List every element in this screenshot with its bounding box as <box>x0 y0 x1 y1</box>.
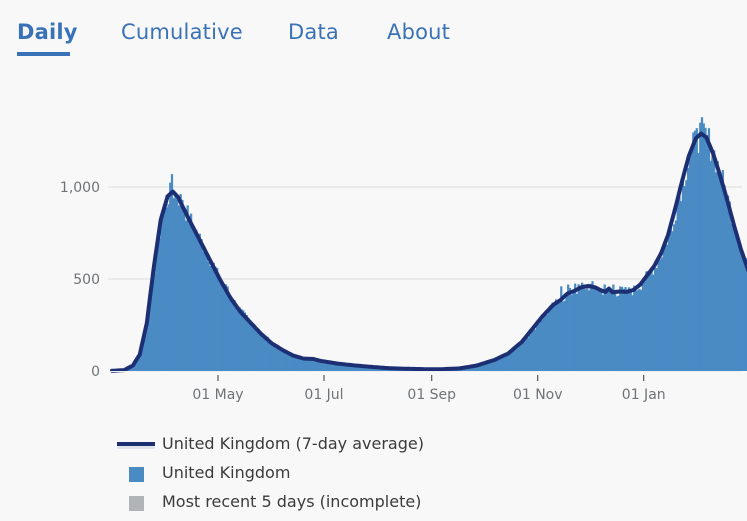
x-tick-label: 01 Nov <box>513 387 563 403</box>
y-axis-ticks: 0 500 1,000 <box>60 180 100 380</box>
x-tick-label: 01 Sep <box>407 387 456 403</box>
x-tick-label: 01 Jan <box>622 387 666 403</box>
daily-chart: 0 500 1,000 01 May 01 Jul 01 Sep 01 Nov 01 Jan <box>60 117 747 403</box>
legend-label: United Kingdom <box>162 463 291 482</box>
x-tick-label: 01 May <box>192 387 243 403</box>
legend-label: Most recent 5 days (incomplete) <box>162 492 422 511</box>
bars-layer <box>111 117 747 372</box>
y-tick-label: 0 <box>91 364 100 380</box>
y-tick-label: 500 <box>73 272 100 288</box>
legend-line-swatch <box>117 442 155 446</box>
legend-label: United Kingdom (7-day average) <box>162 434 424 453</box>
legend-square-swatch-grey <box>129 496 144 511</box>
y-tick-label: 1,000 <box>60 180 100 196</box>
x-axis-ticks: 01 May 01 Jul 01 Sep 01 Nov 01 Jan <box>108 371 742 403</box>
legend-square-swatch <box>129 467 144 482</box>
x-tick-label: 01 Jul <box>304 387 343 403</box>
